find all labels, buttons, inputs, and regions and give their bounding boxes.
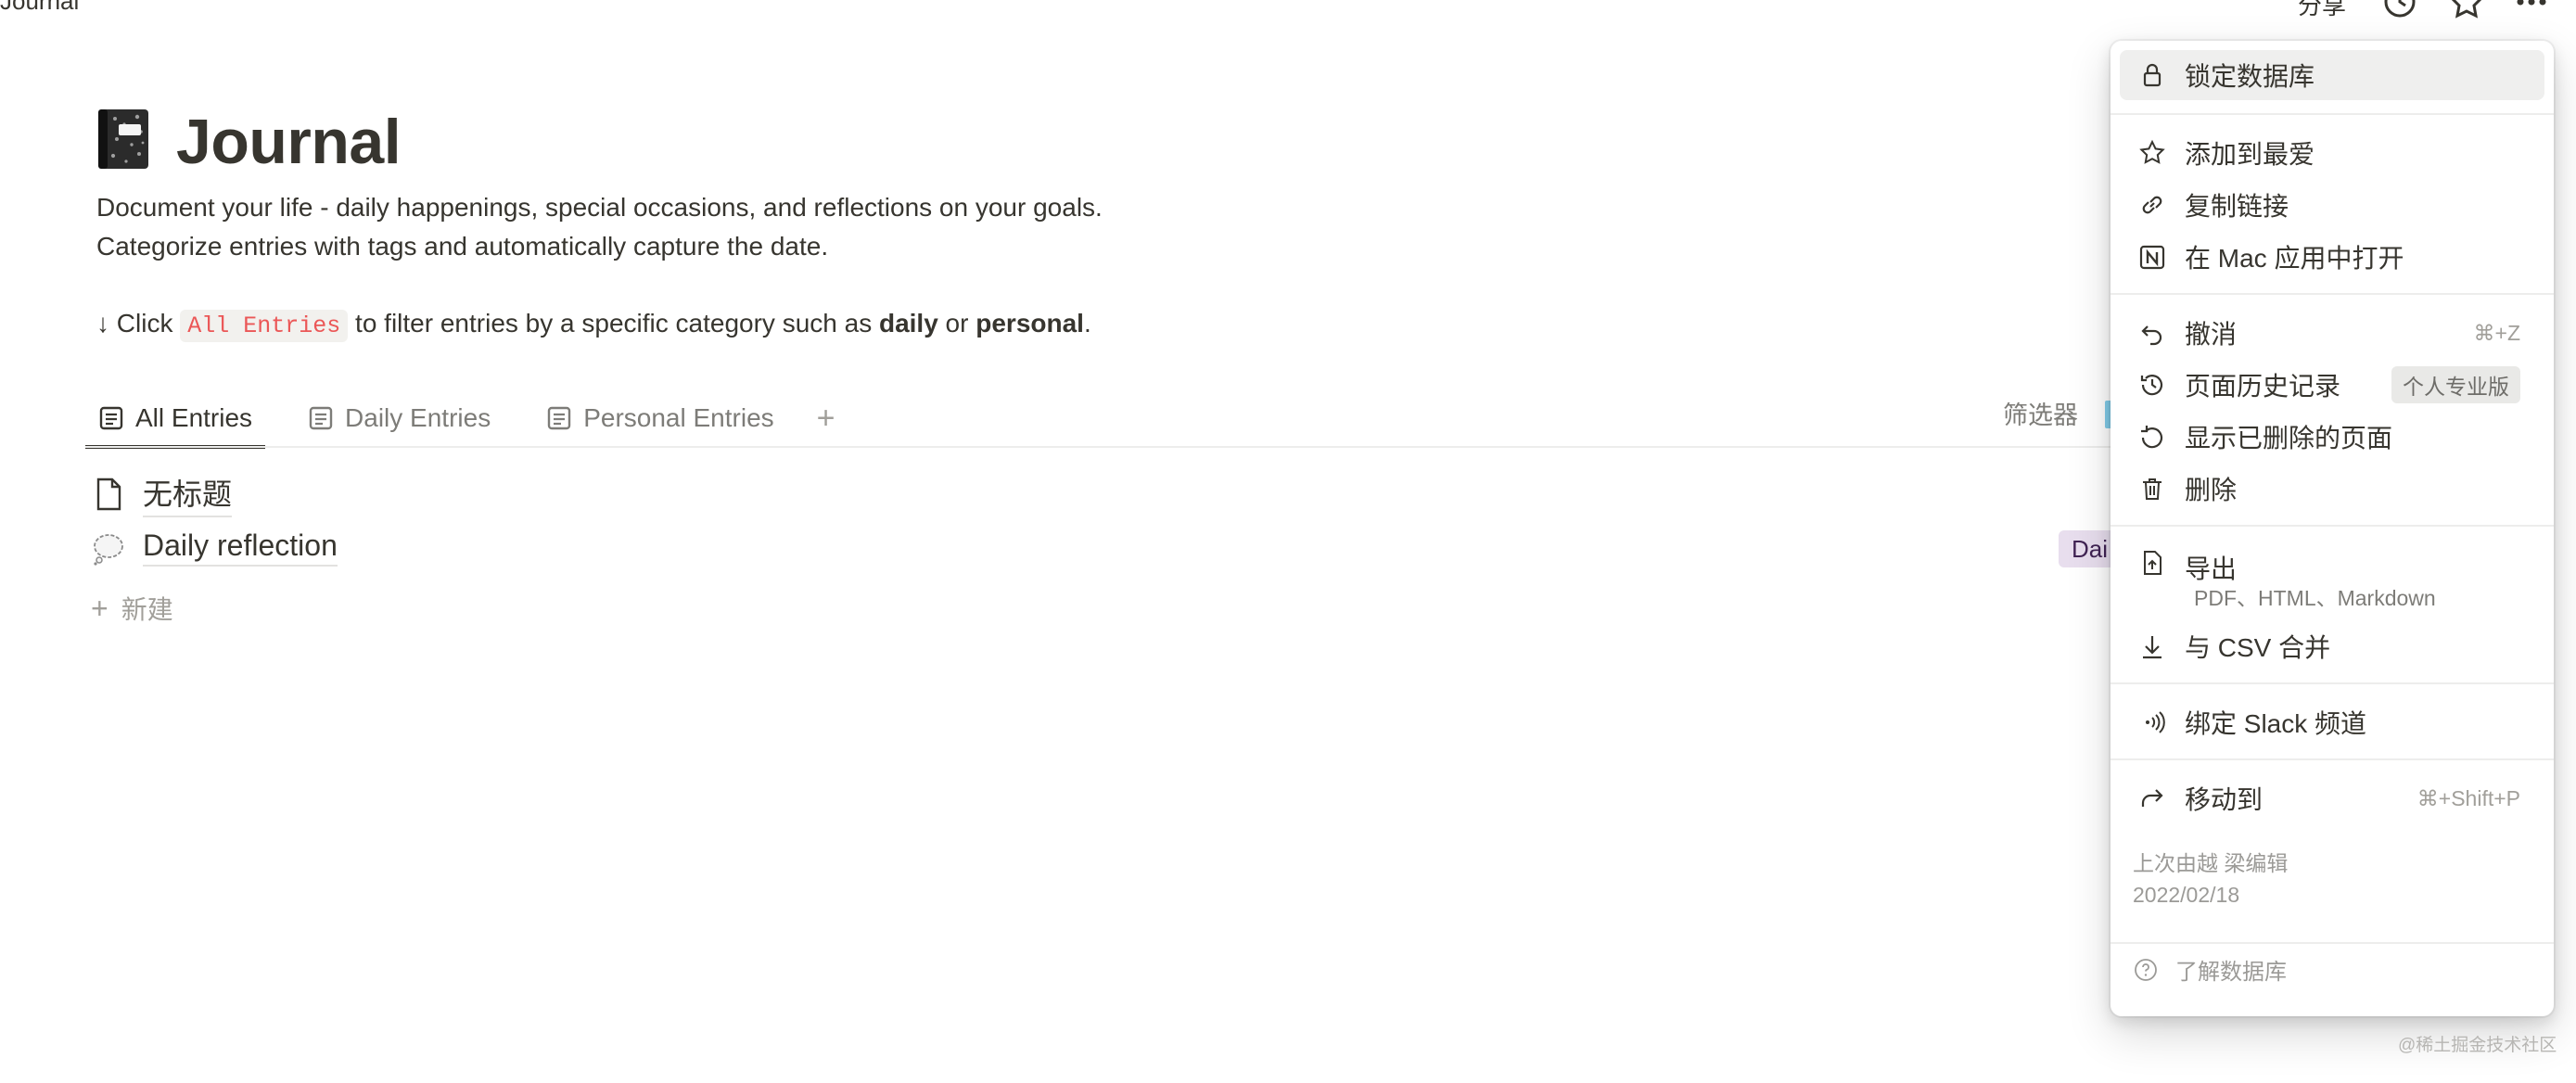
menu-divider <box>2111 942 2554 944</box>
tabs-divider <box>85 446 2112 448</box>
broadcast-icon <box>2136 707 2168 738</box>
hint-text: . <box>1083 309 1091 338</box>
hint-text: or <box>937 309 976 338</box>
menu-item-label: 锁定数据库 <box>2185 62 2315 91</box>
shortcut-hint: ⌘+Z <box>2473 320 2520 345</box>
menu-item-label: 与 CSV 合并 <box>2185 633 2331 662</box>
list-view-icon <box>309 406 333 430</box>
plus-icon: + <box>91 591 108 625</box>
lock-icon <box>2136 59 2168 91</box>
export-file-icon <box>2136 547 2168 579</box>
page-options-menu: 锁定数据库 添加到最爱 复制链接 在 Mac 应用中打开 撤消 ⌘+Z 页面历史… <box>2111 41 2554 1016</box>
new-entry-label: 新建 <box>121 595 173 624</box>
more-icon[interactable] <box>2513 0 2550 20</box>
menu-divider <box>2111 525 2554 527</box>
watermark: @稀土掘金技术社区 <box>2398 1036 2557 1055</box>
hint-text: to filter entries by a specific category… <box>348 309 879 338</box>
menu-item-page-history[interactable]: 页面历史记录 个人专业版 <box>2120 360 2544 410</box>
tab-daily-entries[interactable]: Daily Entries <box>295 389 504 447</box>
star-icon[interactable] <box>2448 0 2485 20</box>
menu-divider <box>2111 758 2554 760</box>
menu-item-merge-csv[interactable]: 与 CSV 合并 <box>2120 621 2544 671</box>
tab-label: Daily Entries <box>345 403 491 432</box>
menu-item-add-favorite[interactable]: 添加到最爱 <box>2120 128 2544 178</box>
notion-icon <box>2136 241 2168 273</box>
list-item[interactable]: 无标题 <box>91 471 233 517</box>
page-title[interactable]: Journal <box>176 106 402 178</box>
menu-item-label: 页面历史记录 <box>2185 372 2341 401</box>
plan-badge: 个人专业版 <box>2391 366 2520 403</box>
menu-item-label: 绑定 Slack 频道 <box>2185 709 2367 738</box>
menu-divider <box>2111 682 2554 684</box>
shortcut-hint: ⌘+Shift+P <box>2417 785 2520 810</box>
move-arrow-icon <box>2136 783 2168 814</box>
hint-text: Click <box>109 309 181 338</box>
breadcrumb-title[interactable]: Journal <box>0 0 79 16</box>
inline-code: All Entries <box>180 310 349 342</box>
hint-bold: daily <box>878 309 938 338</box>
last-edited-by: 上次由越 梁编辑 <box>2133 851 2289 875</box>
tab-personal-entries[interactable]: Personal Entries <box>533 389 786 447</box>
restore-icon <box>2136 421 2168 452</box>
help-icon <box>2135 958 2157 981</box>
undo-icon <box>2136 317 2168 349</box>
menu-divider <box>2111 113 2554 115</box>
menu-item-label: 添加到最爱 <box>2185 140 2315 169</box>
page-description-line1: Document your life - daily happenings, s… <box>96 193 1103 222</box>
menu-item-label: 显示已删除的页面 <box>2185 424 2393 452</box>
learn-label: 了解数据库 <box>2175 960 2287 985</box>
list-view-icon <box>99 406 123 430</box>
menu-item-label: 移动到 <box>2185 785 2264 814</box>
list-view-icon <box>548 406 571 430</box>
filter-button[interactable]: 筛选器 <box>2003 395 2078 431</box>
menu-item-slack-channel[interactable]: 绑定 Slack 频道 <box>2120 697 2544 747</box>
menu-item-lock-database[interactable]: 锁定数据库 <box>2120 50 2544 100</box>
page-icon <box>96 478 121 511</box>
new-entry-button[interactable]: + 新建 <box>91 590 173 627</box>
menu-item-delete[interactable]: 删除 <box>2120 464 2544 514</box>
menu-item-copy-link[interactable]: 复制链接 <box>2120 180 2544 230</box>
add-view-icon[interactable]: + <box>817 401 835 437</box>
menu-divider <box>2111 293 2554 295</box>
view-tabs: All Entries Daily Entries Personal Entri… <box>85 389 835 449</box>
star-icon <box>2136 137 2168 169</box>
menu-item-move-to[interactable]: 移动到 ⌘+Shift+P <box>2120 773 2544 823</box>
menu-item-export[interactable]: 导出 PDF、HTML、Markdown <box>2120 538 2544 610</box>
history-icon <box>2136 369 2168 401</box>
menu-item-label: 删除 <box>2185 476 2238 504</box>
menu-item-label: 复制链接 <box>2185 192 2289 221</box>
clock-icon[interactable] <box>2381 0 2418 20</box>
thought-bubble-icon <box>94 533 123 566</box>
menu-item-open-mac-app[interactable]: 在 Mac 应用中打开 <box>2120 232 2544 282</box>
menu-item-label: 在 Mac 应用中打开 <box>2185 244 2404 273</box>
list-item[interactable]: Daily reflection <box>91 529 338 567</box>
share-button[interactable]: 分享 <box>2298 0 2346 21</box>
list-item-title[interactable]: Daily reflection <box>143 529 338 567</box>
last-edited-date: 2022/02/18 <box>2133 883 2240 907</box>
notebook-icon[interactable] <box>96 108 152 171</box>
menu-item-undo[interactable]: 撤消 ⌘+Z <box>2120 308 2544 358</box>
filter-hint: ↓ Click All Entries to filter entries by… <box>96 309 1091 342</box>
link-icon <box>2136 189 2168 221</box>
trash-icon <box>2136 473 2168 504</box>
tab-label: All Entries <box>135 403 253 432</box>
hint-bold: personal <box>976 309 1084 338</box>
download-arrow-icon <box>2136 631 2168 662</box>
menu-item-sublabel: PDF、HTML、Markdown <box>2194 586 2436 610</box>
menu-item-show-deleted[interactable]: 显示已删除的页面 <box>2120 412 2544 462</box>
down-arrow-icon: ↓ <box>96 309 109 338</box>
learn-databases-link[interactable]: 了解数据库 <box>2133 953 2287 986</box>
menu-item-label: 撤消 <box>2185 320 2238 349</box>
list-item-title[interactable]: 无标题 <box>143 471 233 517</box>
page-description-line2: Categorize entries with tags and automat… <box>96 232 829 261</box>
tab-all-entries[interactable]: All Entries <box>85 389 266 449</box>
tab-label: Personal Entries <box>583 403 774 432</box>
